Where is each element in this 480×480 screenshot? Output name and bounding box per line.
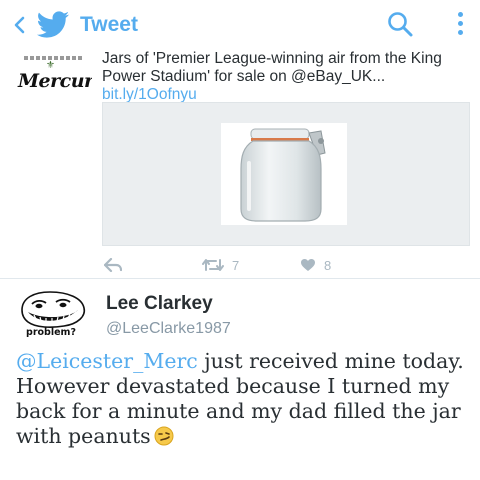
avatar-caption: problem? [26,327,76,338]
author-name[interactable]: Lee Clarkey [106,292,213,316]
like-count: 8 [324,257,332,273]
tweet-link[interactable]: bit.ly/1Oofnyu [102,86,197,103]
retweet-icon [202,259,224,271]
mercury-avatar[interactable]: ⚜ Mercury [16,56,92,96]
tweet-text: @Leicester_Merc just received mine today… [16,349,471,452]
retweet-button[interactable]: 7 [202,252,239,278]
author-handle[interactable]: @LeeClarke1987 [106,318,231,340]
divider [0,278,480,279]
tweet-media[interactable] [102,102,470,246]
page-title: Tweet [80,13,138,36]
tweet-actions: 7 8 [0,252,480,278]
reply-icon[interactable] [104,252,122,278]
heart-icon [301,259,315,271]
chevron-left-icon[interactable] [8,11,32,39]
retweet-count: 7 [232,257,240,273]
more-vertical-icon[interactable] [452,10,468,40]
glass-jar-image [221,123,347,225]
search-icon[interactable] [386,10,414,38]
avatar[interactable]: problem? [12,290,90,340]
avatar-wordmark: Mercury [18,70,92,92]
previous-tweet[interactable]: ⚜ Mercury Jars of 'Premier League-winnin… [0,42,480,280]
tweet-text: Jars of 'Premier League-winning air from… [102,50,472,104]
mention-link[interactable]: @Leicester_Merc [16,349,198,373]
twitter-bird-icon [36,11,70,39]
smirking-face-emoji [153,426,175,452]
tweet-body: Jars of 'Premier League-winning air from… [102,50,442,85]
like-button[interactable]: 8 [300,252,331,278]
